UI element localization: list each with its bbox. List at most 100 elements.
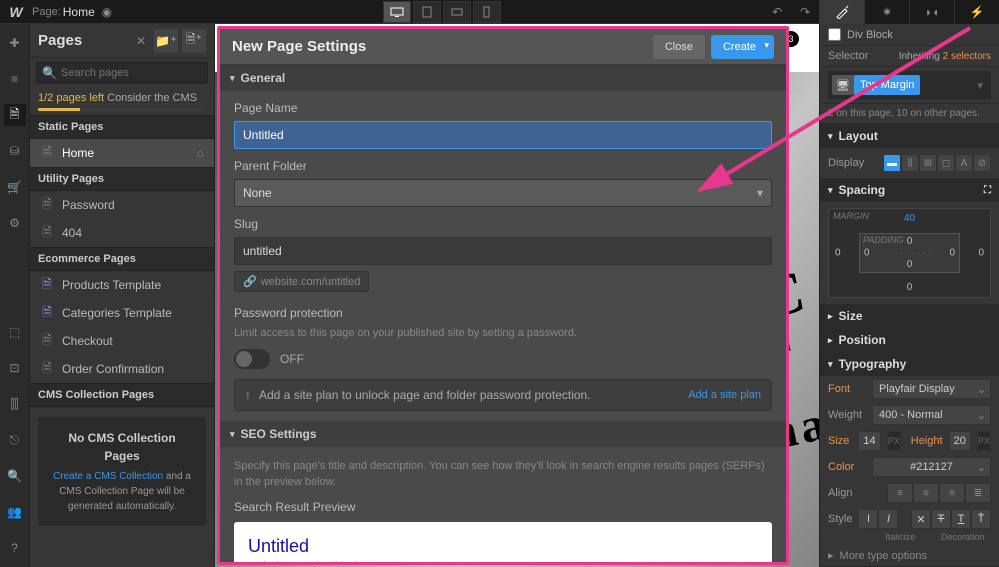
device-desktop[interactable] (383, 1, 411, 23)
navigator-icon[interactable]: ≡ (4, 68, 26, 90)
device-tablet[interactable] (413, 1, 441, 23)
page-order-confirmation[interactable]: 🗎Order Confirmation (30, 355, 214, 383)
add-site-plan-link[interactable]: Add a site plan (688, 389, 761, 401)
align-justify[interactable]: ≣ (965, 483, 991, 503)
margin-bottom-value[interactable]: 0 (907, 282, 913, 293)
deco-strike[interactable]: T (931, 509, 951, 529)
style-regular[interactable]: I (858, 509, 878, 529)
search-pages-input[interactable] (36, 62, 208, 84)
ecommerce-icon[interactable]: 🛒 (4, 176, 26, 198)
font-size-unit[interactable]: PX (887, 431, 901, 451)
new-folder-button[interactable]: 📁⁺ (154, 29, 178, 53)
close-button[interactable]: Close (653, 35, 705, 59)
seo-desc: Specify this page's title and descriptio… (234, 459, 772, 490)
expand-icon[interactable]: ⛶ (984, 185, 991, 196)
cms-consider[interactable]: Consider the CMS (107, 92, 197, 104)
page-categories-template[interactable]: 🗎Categories Template (30, 299, 214, 327)
selector-tag[interactable]: Top Margin (854, 75, 920, 95)
margin-top-value[interactable]: 40 (904, 213, 915, 224)
new-page-modal: New Page Settings Close Create ▾General … (217, 26, 789, 565)
parent-folder-select[interactable]: None (234, 179, 772, 207)
page-checkout[interactable]: 🗎Checkout (30, 327, 214, 355)
page-icon: 🗎 (40, 143, 54, 164)
display-flex[interactable]: ⫼ (901, 154, 919, 172)
assets-icon[interactable]: ⚙ (4, 212, 26, 234)
create-cms-link[interactable]: Create a CMS Collection (53, 471, 163, 482)
display-grid[interactable]: ⊞ (919, 154, 937, 172)
style-italic[interactable]: I (878, 509, 898, 529)
close-panel-icon[interactable]: ✕ (136, 34, 146, 48)
device-tablet-landscape[interactable] (443, 1, 471, 23)
slug-input[interactable] (234, 237, 772, 265)
deco-underline[interactable]: T (951, 509, 971, 529)
display-block[interactable]: ▬ (883, 154, 901, 172)
div-block-checkbox[interactable] (828, 28, 841, 41)
line-height-input[interactable]: 20 (949, 431, 971, 451)
current-page-name[interactable]: Home (63, 5, 95, 19)
tool-1-icon[interactable]: ⬚ (4, 321, 26, 343)
spacing-header[interactable]: ▾Spacing⛶ (820, 178, 999, 202)
margin-left-value[interactable]: 0 (835, 248, 841, 259)
new-page-button[interactable]: 🗎⁺ (182, 29, 206, 53)
tool-2-icon[interactable]: ⊡ (4, 357, 26, 379)
effects-tab[interactable]: ⚡ (954, 0, 999, 24)
position-header[interactable]: ▸Position (820, 328, 999, 352)
preview-icon[interactable]: ◉ (95, 1, 119, 23)
tool-3-icon[interactable]: ⫿⫿ (4, 393, 26, 415)
align-left[interactable]: ≡ (887, 483, 913, 503)
page-icon: 🗎 (40, 359, 54, 380)
font-select[interactable]: Playfair Display (872, 379, 991, 399)
page-404[interactable]: 🗎404 (30, 219, 214, 247)
search-icon[interactable]: 🔍 (4, 465, 26, 487)
padding-right-value[interactable]: 0 (949, 248, 955, 259)
add-element-icon[interactable]: ✚ (4, 32, 26, 54)
weight-select[interactable]: 400 - Normal (872, 405, 991, 425)
cms-icon[interactable]: ⛁ (4, 140, 26, 162)
line-height-unit[interactable]: PX (977, 431, 991, 451)
color-input[interactable]: #212127 (872, 457, 991, 477)
settings-tab[interactable]: ✷ (864, 0, 909, 24)
font-size-input[interactable]: 14 (858, 431, 880, 451)
padding-left-value[interactable]: 0 (864, 248, 870, 259)
page-products-template[interactable]: 🗎Products Template (30, 271, 214, 299)
webflow-logo[interactable]: W (6, 2, 26, 22)
spacing-box[interactable]: MARGIN 40 0 0 0 PADDING 0 0 0 0 (828, 208, 991, 298)
selector-dropdown-icon[interactable]: ▾ (973, 79, 987, 92)
page-name-input[interactable] (234, 121, 772, 149)
selector-device-icon[interactable]: 🖥 (832, 75, 854, 95)
help-icon[interactable]: ? (4, 537, 26, 559)
display-inline-block[interactable]: ◻ (937, 154, 955, 172)
line-height-label: Height (911, 435, 943, 447)
device-mobile[interactable] (473, 1, 501, 23)
inheriting-link[interactable]: 2 selectors (943, 51, 991, 62)
password-toggle[interactable] (234, 349, 270, 369)
typography-header[interactable]: ▾Typography (820, 352, 999, 376)
deco-none[interactable]: ✕ (911, 509, 931, 529)
pages-icon[interactable]: 🗎 (4, 104, 26, 126)
deco-overline[interactable]: T̄ (971, 509, 991, 529)
interactions-tab[interactable]: ◗◖ (909, 0, 954, 24)
font-label: Font (828, 383, 866, 395)
seo-section-header[interactable]: ▾SEO Settings (220, 421, 786, 447)
page-password[interactable]: 🗎Password (30, 191, 214, 219)
users-icon[interactable]: 👥 (4, 501, 26, 523)
undo-icon[interactable]: ↶ (765, 1, 789, 23)
size-header[interactable]: ▸Size (820, 304, 999, 328)
padding-top-value[interactable]: 0 (907, 236, 913, 247)
padding-bottom-value[interactable]: 0 (907, 259, 913, 270)
margin-right-value[interactable]: 0 (978, 248, 984, 259)
redo-icon[interactable]: ↷ (793, 1, 817, 23)
style-tab[interactable] (819, 0, 864, 24)
cms-pages-header: CMS Collection Pages (30, 383, 214, 407)
page-icon: 🗎 (40, 195, 54, 216)
more-type-options[interactable]: ▸More type options (820, 545, 999, 566)
display-inline[interactable]: A (955, 154, 973, 172)
align-right[interactable]: ≡ (939, 483, 965, 503)
align-center[interactable]: ≡ (913, 483, 939, 503)
audit-icon[interactable]: ⎋ (4, 429, 26, 451)
create-button[interactable]: Create (711, 35, 774, 59)
layout-header[interactable]: ▾Layout (820, 124, 999, 148)
display-none[interactable]: ⊘ (973, 154, 991, 172)
page-home[interactable]: 🗎 Home ⌂ (30, 139, 214, 167)
general-section-header[interactable]: ▾General (220, 65, 786, 91)
